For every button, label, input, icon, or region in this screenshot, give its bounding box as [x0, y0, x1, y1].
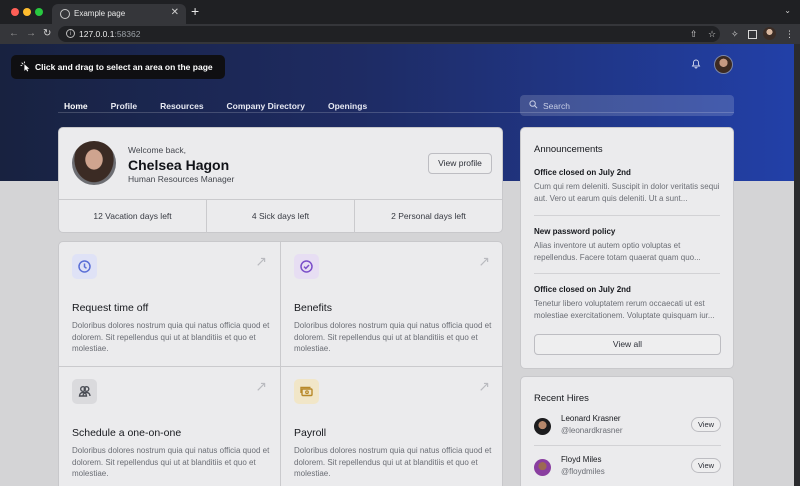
new-tab-button[interactable]: + [191, 4, 199, 18]
announcement-body: Alias inventore ut autem optio voluptas … [534, 241, 701, 262]
browser-tab-bar: Example page ✕ + ⌄ [0, 0, 800, 24]
cash-icon [294, 379, 319, 404]
toast-text: Click and drag to select an area on the … [35, 62, 213, 72]
search-placeholder: Search [543, 101, 570, 111]
view-hire-button[interactable]: View [691, 458, 721, 473]
announcement-title: Office closed on July 2nd [534, 285, 631, 294]
page-scrollbar[interactable] [794, 44, 800, 486]
action-benefits[interactable]: ↗ Benefits Doloribus dolores nostrum qui… [281, 242, 502, 367]
side-panel-icon[interactable] [748, 30, 757, 39]
announcement-body: Tenetur libero voluptatem rerum occaecat… [534, 299, 715, 320]
nav-item-company-directory[interactable]: Company Directory [227, 101, 305, 111]
back-arrow-icon[interactable]: ← [9, 28, 19, 40]
site-info-icon[interactable]: i [66, 29, 75, 38]
action-title: Request time off [72, 302, 149, 314]
nav-item-resources[interactable]: Resources [160, 101, 203, 111]
user-role: Human Resources Manager [128, 174, 235, 184]
recent-hires-heading: Recent Hires [534, 393, 589, 404]
user-avatar[interactable] [714, 55, 733, 74]
maximize-window-button[interactable] [35, 8, 43, 16]
nav-item-openings[interactable]: Openings [328, 101, 367, 111]
hire-avatar [534, 418, 551, 435]
welcome-text: Welcome back, [128, 145, 186, 155]
view-profile-button[interactable]: View profile [428, 153, 492, 174]
page-viewport: Home Profile Resources Company Directory… [0, 44, 794, 486]
arrow-up-right-icon: ↗ [255, 378, 267, 394]
actions-grid: ↗ Request time off Doloribus dolores nos… [58, 241, 503, 486]
check-badge-icon [294, 254, 319, 279]
announcement-item[interactable]: Office closed on July 2nd Tenetur libero… [534, 285, 720, 321]
hire-handle: @floydmiles [561, 467, 605, 476]
view-all-button[interactable]: View all [534, 334, 721, 355]
action-title: Payroll [294, 427, 327, 439]
nav-item-profile[interactable]: Profile [111, 101, 137, 111]
announcement-item[interactable]: Office closed on July 2nd Cum qui rem de… [534, 168, 720, 204]
action-schedule-one-on-one[interactable]: ↗ Schedule a one-on-one Doloribus dolore… [59, 367, 281, 486]
nav-item-home[interactable]: Home [64, 101, 88, 111]
hire-handle: @leonardkrasner [561, 426, 623, 435]
browser-toolbar: ← → ↻ i 127.0.0.1:58362 ⇧ ☆ ✧ ⋮ [0, 24, 800, 44]
hire-name: Leonard Krasner [561, 414, 621, 423]
hire-name: Floyd Miles [561, 455, 602, 464]
tab-search-dropdown-icon[interactable]: ⌄ [784, 6, 791, 15]
action-payroll[interactable]: ↗ Payroll Doloribus dolores nostrum quia… [281, 367, 502, 486]
announcement-body: Cum qui rem deleniti. Suscipit in dolor … [534, 182, 720, 203]
users-icon [72, 379, 97, 404]
divider [534, 445, 721, 446]
action-description: Doloribus dolores nostrum quia qui natus… [294, 446, 492, 478]
personal-days-stat: 2 Personal days left [391, 211, 466, 221]
hire-avatar [534, 459, 551, 476]
sick-days-stat: 4 Sick days left [207, 200, 355, 233]
action-description: Doloribus dolores nostrum quia qui natus… [72, 446, 270, 478]
url-host: 127.0.0.1 [79, 29, 115, 39]
url-port: :58362 [114, 29, 141, 39]
close-window-button[interactable] [11, 8, 19, 16]
announcements-heading: Announcements [534, 144, 603, 155]
minimize-window-button[interactable] [23, 8, 31, 16]
share-icon[interactable]: ⇧ [690, 28, 698, 40]
action-title: Schedule a one-on-one [72, 427, 182, 439]
divider [534, 215, 720, 216]
selection-instruction-toast: Click and drag to select an area on the … [11, 55, 225, 79]
pointer-click-icon [20, 61, 30, 72]
action-request-time-off[interactable]: ↗ Request time off Doloribus dolores nos… [59, 242, 281, 367]
leave-stats: 12 Vacation days left 4 Sick days left 2… [59, 199, 502, 233]
action-description: Doloribus dolores nostrum quia qui natus… [294, 321, 492, 353]
search-icon [529, 100, 538, 109]
arrow-up-right-icon: ↗ [255, 253, 267, 269]
arrow-up-right-icon: ↗ [478, 253, 490, 269]
tab-title: Example page [74, 9, 126, 18]
hire-row: Floyd Miles @floydmiles View [534, 452, 721, 482]
divider [534, 273, 720, 274]
arrow-up-right-icon: ↗ [478, 378, 490, 394]
tab-close-icon[interactable]: ✕ [171, 7, 179, 18]
profile-card: Welcome back, Chelsea Hagon Human Resour… [58, 127, 503, 233]
recent-hires-card: Recent Hires Leonard Krasner @leonardkra… [520, 376, 734, 486]
main-nav: Home Profile Resources Company Directory… [64, 101, 390, 111]
hire-row: Leonard Krasner @leonardkrasner View [534, 411, 721, 441]
browser-profile-avatar[interactable] [763, 27, 776, 40]
search-input[interactable]: Search [520, 95, 734, 116]
clock-icon [72, 254, 97, 279]
bell-icon[interactable] [691, 59, 701, 69]
action-title: Benefits [294, 302, 332, 314]
announcement-title: Office closed on July 2nd [534, 168, 631, 177]
browser-menu-icon[interactable]: ⋮ [785, 28, 794, 40]
browser-tab[interactable]: Example page ✕ [52, 4, 186, 24]
view-hire-button[interactable]: View [691, 417, 721, 432]
announcement-item[interactable]: New password policy Alias inventore ut a… [534, 227, 720, 263]
profile-avatar [72, 141, 116, 185]
user-name: Chelsea Hagon [128, 157, 230, 173]
globe-icon [60, 9, 70, 19]
vacation-days-stat: 12 Vacation days left [59, 200, 207, 233]
bookmark-star-icon[interactable]: ☆ [708, 28, 716, 40]
announcements-card: Announcements Office closed on July 2nd … [520, 127, 734, 369]
url-text: 127.0.0.1:58362 [79, 29, 140, 39]
forward-arrow-icon[interactable]: → [26, 28, 36, 40]
address-bar[interactable]: i 127.0.0.1:58362 [58, 26, 720, 42]
announcement-title: New password policy [534, 227, 616, 236]
extensions-puzzle-icon[interactable]: ✧ [731, 28, 739, 40]
action-description: Doloribus dolores nostrum quia qui natus… [72, 321, 270, 353]
reload-icon[interactable]: ↻ [43, 28, 51, 40]
